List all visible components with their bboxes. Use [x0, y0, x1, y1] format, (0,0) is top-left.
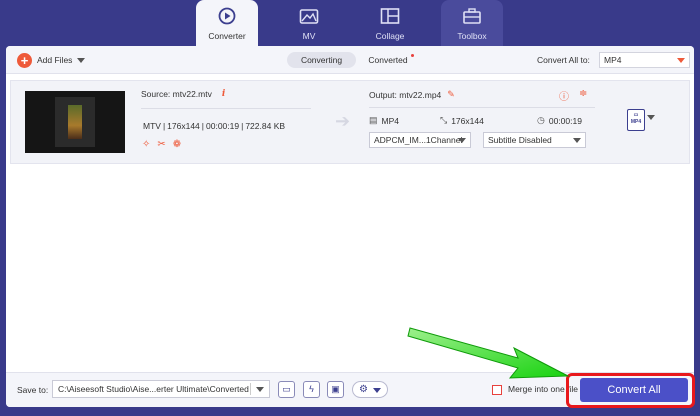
chevron-down-icon[interactable]: [647, 115, 655, 120]
converted-label: Converted: [368, 55, 408, 65]
thumbnail-image: [68, 105, 82, 139]
output-resolution: 176x144: [451, 115, 484, 126]
output-format-select[interactable]: MP4: [599, 52, 690, 68]
output-format-item: ▤ MP4: [369, 115, 399, 126]
enhance-icon[interactable]: ✧: [142, 139, 150, 150]
notification-dot: [411, 54, 414, 57]
add-files-button[interactable]: + Add Files: [17, 52, 86, 68]
output-line: Output: mtv22.mp4 ✎: [369, 89, 455, 100]
source-line: Source: mtv22.mtv i: [141, 89, 225, 99]
source-duration: 00:00:19: [206, 121, 240, 131]
chevron-down-icon: [677, 58, 685, 63]
compress-icon[interactable]: ≑: [579, 88, 587, 103]
subtitle-select[interactable]: Subtitle Disabled: [483, 132, 586, 148]
chevron-down-icon[interactable]: [77, 57, 86, 63]
tab-toolbox[interactable]: Toolbox: [441, 0, 503, 46]
save-path-select[interactable]: C:\Aiseesoft Studio\Aise...erter Ultimat…: [52, 380, 270, 398]
output-duration: 00:00:19: [548, 115, 582, 126]
edit-tools: ✧ ✂ ❁: [142, 139, 181, 150]
format-badge-icon[interactable]: ▭ MP4: [627, 109, 645, 131]
output-resolution-item: ⤡ 176x144: [440, 115, 484, 126]
annotation-arrow-icon: [407, 327, 570, 379]
save-path-value: C:\Aiseesoft Studio\Aise...erter Ultimat…: [58, 384, 249, 394]
output-format-value: MP4: [604, 55, 622, 65]
plus-icon: +: [17, 52, 32, 68]
open-folder-icon[interactable]: ▭: [278, 381, 295, 398]
tab-converter[interactable]: Converter: [196, 0, 258, 46]
highlight-box: [566, 373, 695, 408]
format-badge-label: MP4: [630, 119, 642, 125]
settings-button[interactable]: ⚙: [352, 381, 388, 398]
converter-icon: [218, 7, 236, 25]
source-format: MTV: [143, 121, 161, 131]
gpu-off-icon[interactable]: ▣: [327, 381, 344, 398]
tab-mv[interactable]: MV: [278, 0, 340, 46]
save-to-label: Save to:: [17, 385, 49, 395]
hardware-accel-off-icon[interactable]: ϟ: [303, 381, 320, 398]
audio-track-value: ADPCM_IM...1Channel: [374, 135, 463, 145]
clock-icon: ◷: [537, 115, 545, 125]
toolbox-icon: [463, 8, 481, 24]
file-item: Source: mtv22.mtv i MTV | 176x144 | 00:00:19…: [10, 80, 690, 164]
tab-converting[interactable]: Converting: [287, 52, 356, 68]
output-tools: ⓘ ≑: [559, 88, 587, 103]
source-resolution: 176x144: [167, 121, 200, 131]
cut-icon[interactable]: ✂: [157, 139, 165, 150]
output-duration-item: ◷ 00:00:19: [537, 115, 582, 126]
output-format: MP4: [381, 115, 399, 126]
convert-all-to-label: Convert All to:: [537, 55, 590, 65]
info-circle-icon[interactable]: ⓘ: [559, 88, 569, 103]
video-thumbnail[interactable]: [25, 91, 125, 153]
info-icon[interactable]: i: [222, 89, 225, 99]
tab-label: Collage: [375, 31, 405, 41]
chevron-down-icon: [573, 138, 581, 143]
subtitle-value: Subtitle Disabled: [488, 135, 552, 145]
resize-icon: ⤡: [440, 115, 448, 125]
top-nav: Converter MV Collage Toolbox: [0, 0, 700, 46]
pencil-icon[interactable]: ✎: [447, 89, 455, 100]
source-size: 722.84 KB: [245, 121, 286, 131]
mv-icon: [299, 9, 319, 24]
arrow-right-icon: ➔: [335, 111, 351, 131]
tab-label: Toolbox: [457, 31, 487, 41]
tab-label: Converter: [208, 31, 246, 41]
audio-track-select[interactable]: ADPCM_IM...1Channel: [369, 132, 471, 148]
output-filename: Output: mtv22.mp4: [369, 89, 442, 100]
chevron-down-icon: [458, 138, 466, 143]
tab-label: MV: [302, 31, 316, 41]
chevron-down-icon: [256, 387, 264, 392]
chevron-down-icon: [373, 388, 381, 393]
tab-converted[interactable]: Converted: [362, 52, 414, 68]
palette-icon[interactable]: ❁: [173, 139, 181, 150]
tab-collage[interactable]: Collage: [359, 0, 421, 46]
gear-icon: ⚙: [359, 384, 368, 395]
collage-icon: [380, 8, 400, 24]
add-files-label: Add Files: [37, 55, 73, 65]
source-meta: MTV | 176x144 | 00:00:19 | 722.84 KB: [143, 121, 286, 131]
toolbar: + Add Files Converting Converted Convert…: [6, 46, 694, 74]
divider: [369, 107, 595, 108]
film-icon: ▤: [369, 115, 378, 125]
source-filename: Source: mtv22.mtv: [141, 89, 212, 99]
divider: [250, 383, 251, 395]
divider: [141, 108, 311, 109]
